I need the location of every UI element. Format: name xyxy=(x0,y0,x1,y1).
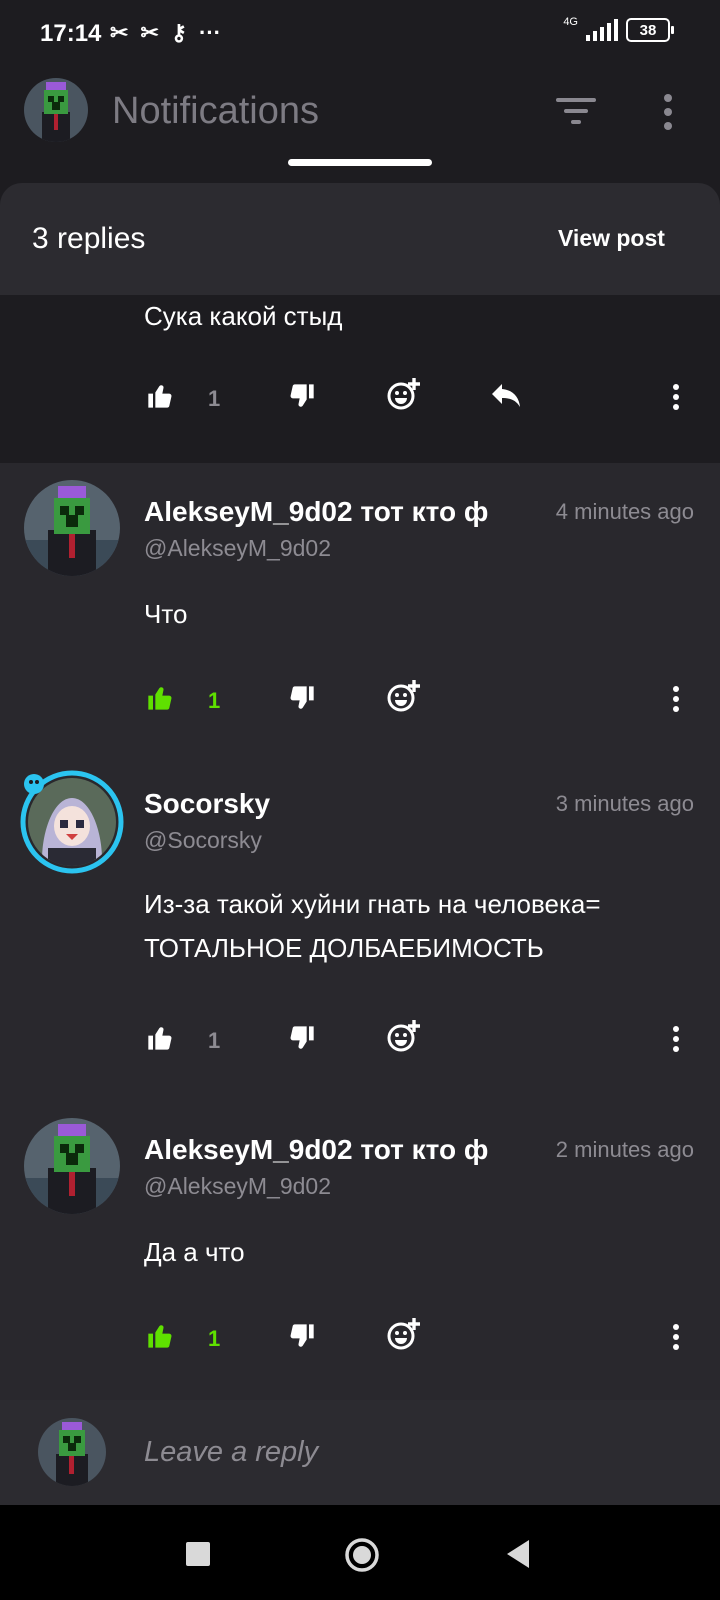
add-reaction-icon[interactable] xyxy=(386,1018,422,1054)
add-reaction-icon[interactable] xyxy=(386,376,422,412)
page-title: Notifications xyxy=(112,90,319,132)
comment-author-handle[interactable]: @AlekseyM_9d02 xyxy=(144,535,331,562)
parent-comment xyxy=(0,295,720,463)
status-time: 17:14 xyxy=(40,20,102,47)
avatar[interactable] xyxy=(24,480,120,576)
avatar[interactable] xyxy=(24,78,88,142)
avatar[interactable] xyxy=(20,770,124,874)
comment-actions: 1 xyxy=(0,1318,720,1362)
add-reaction-icon[interactable] xyxy=(386,678,422,714)
more-vertical-icon[interactable] xyxy=(660,94,676,130)
like-count: 1 xyxy=(208,1326,221,1351)
comment-actions: 1 xyxy=(0,378,720,422)
capcut-icon: ✂ xyxy=(140,20,159,45)
replies-count: 3 replies xyxy=(32,222,146,255)
comment-actions: 1 xyxy=(0,1020,720,1064)
recents-button[interactable] xyxy=(186,1542,210,1566)
reply-bar xyxy=(0,1400,720,1505)
reply-input[interactable]: Leave a reply xyxy=(144,1436,318,1469)
comment-author-name[interactable]: Socorsky xyxy=(144,788,504,820)
like-count: 1 xyxy=(208,688,221,713)
comment-text: Сука какой стыд xyxy=(144,301,343,331)
comment-author-name[interactable]: AlekseyM_9d02 тот кто ф xyxy=(144,496,504,528)
status-bar: 17:14 ✂ ✂ ⚷ ··· 4G 38 xyxy=(0,0,720,70)
more-vertical-icon[interactable] xyxy=(672,1026,680,1052)
battery-icon: 38 xyxy=(626,18,674,42)
thumbs-up-icon[interactable] xyxy=(146,684,174,712)
comment-text: Да а что xyxy=(144,1237,245,1267)
comment-actions: 1 xyxy=(0,680,720,724)
like-count: 1 xyxy=(208,1028,221,1053)
more-dots-icon: ··· xyxy=(199,20,221,45)
thumbs-up-icon[interactable] xyxy=(146,1322,174,1350)
home-button[interactable] xyxy=(344,1537,380,1573)
comment-timestamp: 4 minutes ago xyxy=(555,499,694,524)
avatar xyxy=(38,1418,106,1486)
more-vertical-icon[interactable] xyxy=(672,686,680,712)
thumbs-down-icon[interactable] xyxy=(288,1024,316,1052)
comment-timestamp: 3 minutes ago xyxy=(555,791,694,816)
comment-author-handle[interactable]: @AlekseyM_9d02 xyxy=(144,1173,331,1200)
thumbs-down-icon[interactable] xyxy=(288,684,316,712)
thumbs-down-icon[interactable] xyxy=(288,382,316,410)
sheet-drag-handle[interactable] xyxy=(288,159,432,166)
add-reaction-icon[interactable] xyxy=(386,1316,422,1352)
back-button[interactable] xyxy=(505,1538,531,1570)
thumbs-up-icon[interactable] xyxy=(146,382,174,410)
more-vertical-icon[interactable] xyxy=(672,384,680,410)
reply-icon[interactable] xyxy=(490,382,522,410)
network-type: 4G xyxy=(563,16,578,28)
key-icon: ⚷ xyxy=(170,20,187,45)
status-right: 4G 38 xyxy=(563,16,674,42)
comment-text: Что xyxy=(144,599,188,629)
signal-icon xyxy=(586,19,618,41)
thumbs-down-icon[interactable] xyxy=(288,1322,316,1350)
status-notification-icons: ✂ ✂ ⚷ ··· xyxy=(110,20,221,46)
avatar[interactable] xyxy=(24,1118,120,1214)
capcut-icon: ✂ xyxy=(110,20,129,45)
comment-author-handle[interactable]: @Socorsky xyxy=(144,827,262,854)
comment-author-name[interactable]: AlekseyM_9d02 тот кто ф xyxy=(144,1134,504,1166)
comment-text: Из-за такой хуйни гнать на человека= ТОТ… xyxy=(144,889,601,963)
thumbs-up-icon[interactable] xyxy=(146,1024,174,1052)
more-vertical-icon[interactable] xyxy=(672,1324,680,1350)
like-count: 1 xyxy=(208,386,221,411)
comment-timestamp: 2 minutes ago xyxy=(555,1137,694,1162)
view-post-button[interactable]: View post xyxy=(558,225,665,252)
filter-icon[interactable] xyxy=(556,96,596,126)
